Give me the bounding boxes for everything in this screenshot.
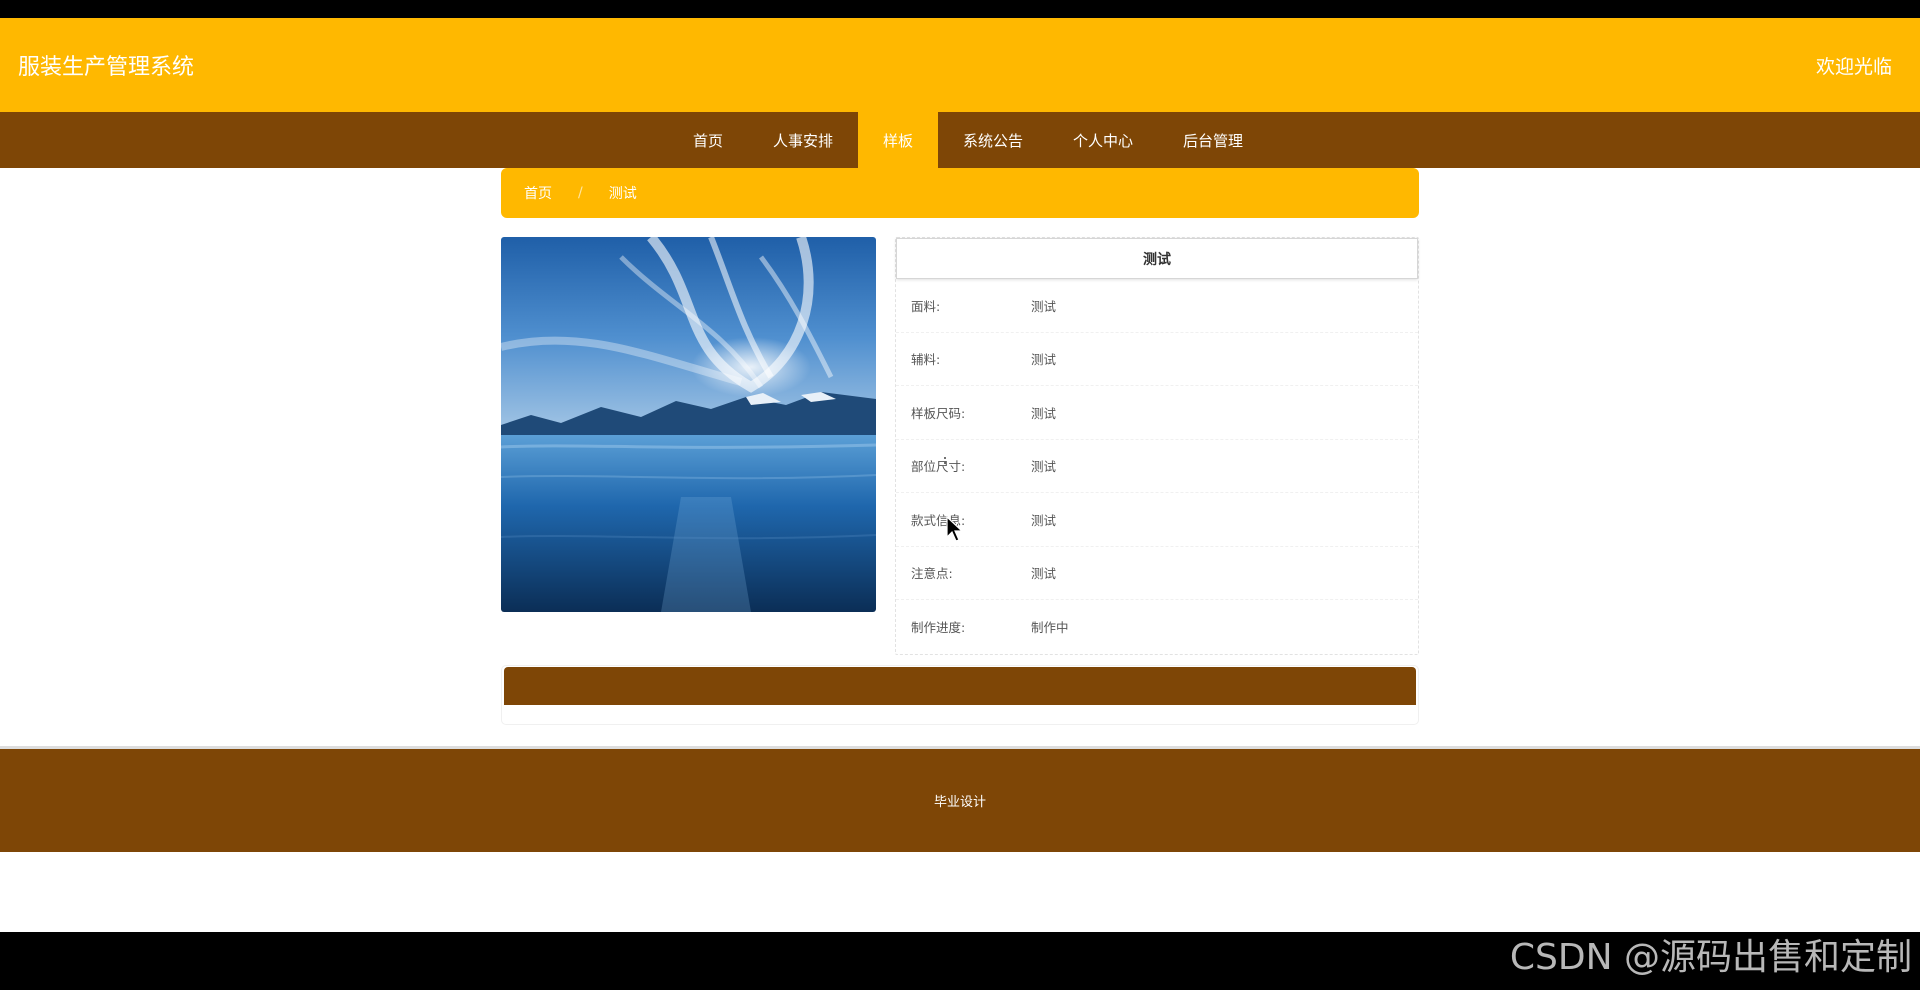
watermark-text: CSDN @源码出售和定制 [1509, 937, 1912, 978]
field-value: 测试 [1031, 566, 1057, 582]
content-section-bar [501, 664, 1419, 725]
screen: 服装生产管理系统 欢迎光临 首页 人事安排 样板 系统公告 个人中心 后台管理 … [0, 0, 1920, 990]
field-label: 样板尺码: [911, 405, 966, 421]
field-label: 面料: [911, 298, 941, 314]
small-dots-icon [944, 457, 946, 464]
field-value: 测试 [1031, 352, 1057, 368]
site-footer: 毕业设计 [0, 746, 1920, 852]
field-value: 测试 [1031, 298, 1057, 314]
product-image [501, 237, 876, 612]
detail-field-list: 面料: 测试 辅料: 测试 样板尺码: 测试 部位尺寸: 测试 款式信息: 测试… [896, 279, 1418, 654]
detail-field: 辅料: 测试 [896, 333, 1418, 386]
lake-landscape-image [501, 237, 876, 612]
welcome-text: 欢迎光临 [1815, 55, 1892, 78]
breadcrumb: 首页 / 测试 [501, 168, 1419, 218]
field-label: 制作进度: [911, 620, 966, 636]
site-header: 服装生产管理系统 欢迎光临 [0, 18, 1920, 112]
field-label: 注意点: [911, 566, 953, 582]
field-label: 辅料: [911, 352, 941, 368]
detail-field: 部位尺寸: 测试 [896, 440, 1418, 493]
detail-field: 款式信息: 测试 [896, 493, 1418, 547]
footer-text: 毕业设计 [933, 795, 986, 810]
nav-item-profile[interactable]: 个人中心 [1048, 112, 1158, 168]
field-value: 测试 [1031, 405, 1057, 421]
detail-field: 制作进度: 制作中 [896, 600, 1418, 654]
field-label: 部位尺寸: [911, 459, 966, 475]
main-nav: 首页 人事安排 样板 系统公告 个人中心 后台管理 [0, 112, 1920, 168]
breadcrumb-current: 测试 [608, 186, 637, 202]
mouse-cursor-icon [946, 516, 964, 542]
field-value: 制作中 [1031, 620, 1069, 636]
detail-field: 样板尺码: 测试 [896, 386, 1418, 440]
nav-item-home[interactable]: 首页 [668, 112, 748, 168]
detail-field: 面料: 测试 [896, 279, 1418, 333]
field-value: 测试 [1031, 459, 1057, 475]
site-title: 服装生产管理系统 [18, 55, 195, 80]
section-header-bar [504, 666, 1416, 705]
breadcrumb-home[interactable]: 首页 [524, 183, 552, 203]
nav-item-admin[interactable]: 后台管理 [1158, 112, 1268, 168]
detail-row: 测试 面料: 测试 辅料: 测试 样板尺码: 测试 部位尺寸: 测试 款式信息:… [501, 237, 1419, 655]
nav-item-staffing[interactable]: 人事安排 [748, 112, 858, 168]
field-value: 测试 [1031, 512, 1057, 528]
detail-title: 测试 [896, 238, 1418, 279]
field-label: 款式信息: [911, 512, 966, 528]
main-content: 首页 / 测试 测试 面料: 测试 辅料: 测试 样板尺码: 测试 部位尺寸: … [501, 168, 1419, 725]
detail-field: 注意点: 测试 [896, 547, 1418, 600]
detail-panel: 测试 面料: 测试 辅料: 测试 样板尺码: 测试 部位尺寸: 测试 款式信息:… [895, 237, 1419, 655]
breadcrumb-separator: / [578, 185, 583, 201]
nav-item-announcements[interactable]: 系统公告 [938, 112, 1048, 168]
nav-item-sample[interactable]: 样板 [857, 112, 938, 168]
